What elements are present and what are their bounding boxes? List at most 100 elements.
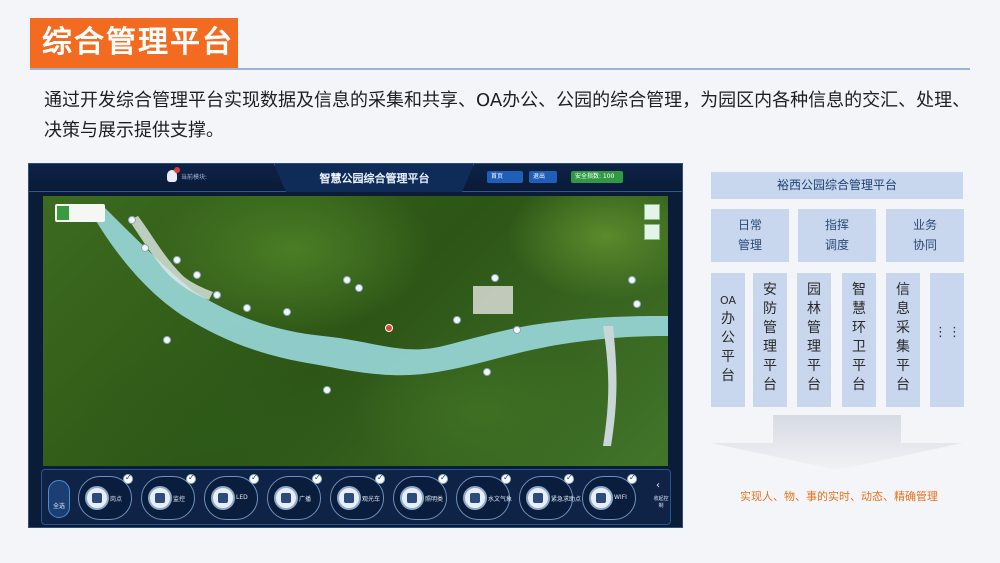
platform-char: 管 bbox=[807, 320, 821, 336]
title-divider bbox=[30, 68, 970, 70]
tool-monitor[interactable]: 监控 bbox=[141, 473, 196, 520]
platform-char: 平 bbox=[896, 358, 910, 374]
tool-label: 水文气象 bbox=[488, 496, 513, 503]
tool-label: WIFI bbox=[614, 494, 627, 501]
platform-char: 息 bbox=[896, 301, 910, 317]
map-pin[interactable] bbox=[633, 300, 641, 308]
map-pin[interactable] bbox=[343, 276, 351, 284]
platform-char: 台 bbox=[852, 377, 866, 393]
check-icon bbox=[186, 473, 196, 484]
map-pin[interactable] bbox=[213, 291, 221, 299]
map-layer-tools bbox=[644, 204, 660, 244]
platform-screenshot: 当前模块: 智慧公园综合管理平台 首页 退出 安全指数: 100 全选 岗点 ✓… bbox=[28, 163, 683, 528]
map-pin[interactable] bbox=[163, 336, 171, 344]
platform-char: 防 bbox=[763, 301, 777, 317]
chevron-left-icon: ‹ bbox=[656, 480, 660, 491]
platform-security: 安 防 管 理 平 台 bbox=[753, 273, 787, 407]
layer-icon[interactable] bbox=[644, 204, 660, 220]
select-all-toggle[interactable]: 全选 bbox=[48, 480, 70, 518]
category-line: 业务 bbox=[912, 218, 937, 232]
map-pin[interactable] bbox=[453, 316, 461, 324]
camera-icon bbox=[148, 486, 172, 510]
platform-char: 信 bbox=[896, 282, 910, 298]
collapse-label: 收起控制 bbox=[653, 496, 669, 509]
map-pin[interactable] bbox=[355, 284, 363, 292]
tool-gangdian[interactable]: 岗点 bbox=[78, 473, 133, 520]
led-icon bbox=[211, 486, 235, 510]
platform-char: 管 bbox=[763, 320, 777, 336]
map-pin[interactable] bbox=[491, 274, 499, 282]
check-icon bbox=[375, 473, 385, 484]
map-pin[interactable] bbox=[141, 244, 149, 252]
park-map[interactable] bbox=[43, 196, 668, 466]
tool-sos[interactable]: 紧急求助点 bbox=[519, 473, 581, 520]
check-icon bbox=[564, 473, 574, 484]
category-daily: 日常 管理 bbox=[711, 209, 789, 262]
diagram-footer: 实现人、物、事的实时、动态、精确管理 bbox=[740, 490, 938, 503]
tool-led[interactable]: LED bbox=[204, 473, 259, 520]
weather-icon bbox=[463, 486, 487, 510]
bell-icon[interactable] bbox=[167, 167, 180, 182]
collapse-toolbar-button[interactable]: ‹ 收起控制 bbox=[652, 478, 670, 518]
home-button[interactable]: 首页 bbox=[487, 171, 523, 183]
platform-char: 慧 bbox=[852, 301, 866, 317]
map-pin[interactable] bbox=[283, 308, 291, 316]
platform-char: 理 bbox=[807, 339, 821, 355]
title-banner: 综合管理平台 bbox=[30, 18, 238, 68]
tool-label: LED bbox=[236, 494, 248, 501]
screen-title: 智慧公园综合管理平台 bbox=[319, 172, 430, 185]
lamp-icon bbox=[400, 486, 424, 510]
tool-lighting[interactable]: 照明类 bbox=[393, 473, 448, 520]
platform-char: 采 bbox=[896, 320, 910, 336]
tool-label: 紧急求助点 bbox=[551, 496, 582, 503]
safety-index-badge[interactable]: 安全指数: 100 bbox=[571, 171, 623, 183]
platform-char: 公 bbox=[721, 330, 735, 346]
map-pin[interactable] bbox=[173, 256, 181, 264]
category-command: 指挥 调度 bbox=[798, 209, 876, 262]
category-line: 管理 bbox=[737, 238, 762, 252]
map-pin[interactable] bbox=[483, 368, 491, 376]
platform-char: 平 bbox=[807, 358, 821, 374]
check-icon bbox=[312, 473, 322, 484]
alert-pin[interactable] bbox=[385, 324, 393, 332]
diagram-header: 裕西公园综合管理平台 bbox=[711, 172, 963, 199]
post-icon bbox=[85, 486, 109, 510]
map-pin[interactable] bbox=[193, 271, 201, 279]
tool-label: 广播 bbox=[299, 496, 312, 503]
platform-info-collection: 信 息 采 集 平 台 bbox=[886, 273, 920, 407]
device-toolbar: 全选 岗点 监控 LED 广播 观光车 照明类 水文气象 紧急求助点 WIFI … bbox=[41, 469, 671, 525]
speaker-icon bbox=[274, 486, 298, 510]
tool-weather[interactable]: 水文气象 bbox=[456, 473, 513, 520]
check-icon bbox=[627, 473, 637, 484]
platform-oa: OA 办 公 平 台 bbox=[711, 273, 745, 407]
tool-broadcast[interactable]: 广播 bbox=[267, 473, 322, 520]
more-dots: ⋮ bbox=[934, 325, 947, 340]
map-view-icon[interactable] bbox=[644, 224, 660, 240]
map-pin[interactable] bbox=[628, 276, 636, 284]
map-pin[interactable] bbox=[323, 386, 331, 394]
park-logo bbox=[55, 204, 105, 222]
platform-garden: 园 林 管 理 平 台 bbox=[797, 273, 831, 407]
platform-char: 园 bbox=[807, 282, 821, 298]
map-pin[interactable] bbox=[243, 304, 251, 312]
platform-char: 卫 bbox=[852, 339, 866, 355]
map-pin[interactable] bbox=[128, 216, 136, 224]
check-icon bbox=[438, 473, 448, 484]
exit-button[interactable]: 退出 bbox=[529, 171, 557, 183]
screen-topbar: 当前模块: 智慧公园综合管理平台 首页 退出 安全指数: 100 bbox=[29, 164, 682, 192]
platform-char: 理 bbox=[763, 339, 777, 355]
platform-char: OA bbox=[720, 294, 736, 307]
tool-wifi[interactable]: WIFI bbox=[582, 473, 637, 520]
select-all-label: 全选 bbox=[53, 503, 66, 510]
platform-char: 台 bbox=[721, 368, 735, 384]
platform-char: 安 bbox=[763, 282, 777, 298]
intro-text: 通过开发综合管理平台实现数据及信息的采集和共享、OA办公、公园的综合管理，为园区… bbox=[44, 90, 971, 141]
map-pin[interactable] bbox=[513, 326, 521, 334]
check-icon bbox=[249, 473, 259, 484]
alarm-icon bbox=[526, 486, 550, 510]
down-arrow-shape bbox=[711, 415, 963, 470]
tool-shuttle[interactable]: 观光车 bbox=[330, 473, 385, 520]
platform-char: 台 bbox=[807, 377, 821, 393]
vehicle-icon bbox=[337, 486, 361, 510]
module-label: 当前模块: bbox=[181, 174, 208, 181]
